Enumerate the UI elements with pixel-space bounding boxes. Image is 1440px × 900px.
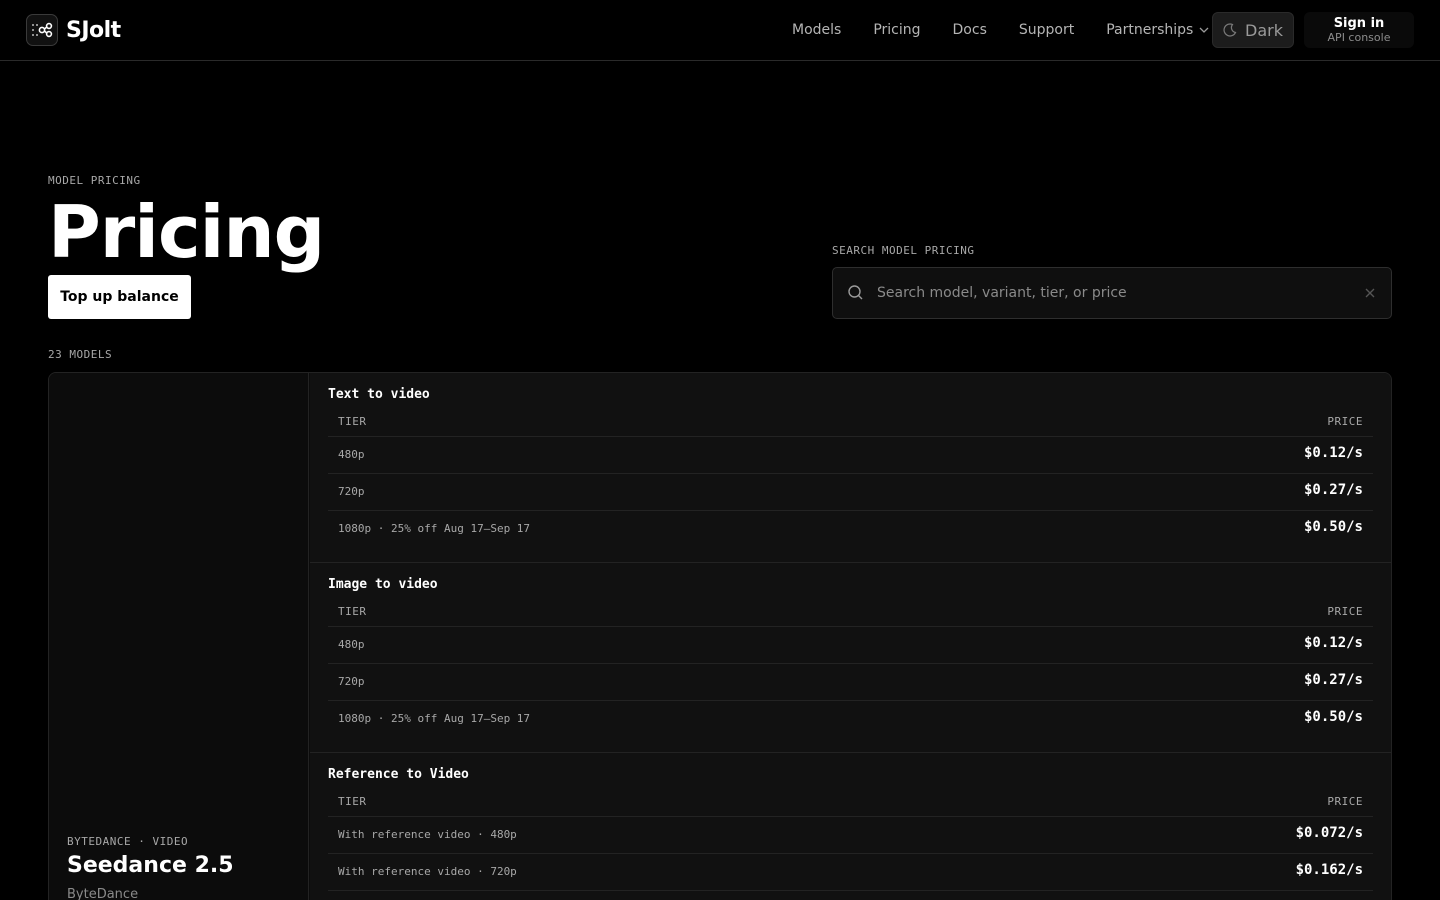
theme-toggle-label: Dark [1245,20,1283,40]
table-header: TIER PRICE [328,795,1373,817]
price-value: $0.27/s [1303,482,1363,498]
close-icon[interactable] [1363,286,1377,300]
nav-link-support[interactable]: Support [1003,22,1090,38]
sign-in-label: Sign in [1333,16,1385,31]
model-name: Seedance 2.5 [67,853,234,878]
price-value: $0.50/s [1303,709,1363,725]
nav-link-label: Docs [952,22,987,38]
tier-value: 1080p · 25% off Aug 17–Sep 17 [338,712,531,725]
pricing-section: Image to video TIER PRICE 480p $0.12/s 7… [310,563,1391,753]
table-row: 480p $0.12/s [328,437,1373,474]
table-row: With reference video · 720p $0.162/s [328,854,1373,891]
nav-link-pricing[interactable]: Pricing [857,22,936,38]
table-row: 720p $0.27/s [328,474,1373,511]
table-row: 1080p · 25% off Aug 17–Sep 17 $0.50/s [328,511,1373,548]
nav-link-partnerships[interactable]: Partnerships [1090,22,1225,38]
theme-toggle-button[interactable]: Dark [1212,12,1294,48]
price-value: $0.27/s [1303,672,1363,688]
price-header: PRICE [1327,795,1363,808]
page-eyebrow: MODEL PRICING [48,174,141,187]
moon-icon [1223,23,1237,37]
nav-link-models[interactable]: Models [776,22,857,38]
model-meta: BYTEDANCE · VIDEO [67,835,189,848]
model-info-panel: BYTEDANCE · VIDEO Seedance 2.5 ByteDance [49,373,309,900]
table-row: 1080p · 25% off Aug 17–Sep 17 $0.50/s [328,701,1373,738]
price-value: $0.072/s [1295,825,1363,841]
table-row: 480p $0.12/s [328,627,1373,664]
tier-value: 1080p · 25% off Aug 17–Sep 17 [338,522,531,535]
page-title: Pricing [48,190,325,274]
table-row: 720p $0.27/s [328,664,1373,701]
chevron-down-icon [1199,27,1209,33]
table-header: TIER PRICE [328,415,1373,437]
pricing-section: Reference to Video TIER PRICE With refer… [310,753,1391,900]
nav-link-label: Partnerships [1106,22,1194,38]
tier-header: TIER [338,415,367,428]
sign-in-button[interactable]: Sign in API console [1304,12,1414,48]
top-nav: SJolt Models Pricing Docs Support Partne… [0,0,1440,61]
search-icon [848,285,863,300]
table-header: TIER PRICE [328,605,1373,627]
nav-link-label: Models [792,22,842,38]
tier-value: 720p [338,485,365,498]
model-count: 23 MODELS [48,348,113,361]
model-card: BYTEDANCE · VIDEO Seedance 2.5 ByteDance… [48,372,1392,900]
tier-value: With reference video · 480p [338,828,517,841]
search-label: SEARCH MODEL PRICING [832,244,975,257]
section-title: Image to video [328,577,438,592]
brand-name: SJolt [66,17,121,43]
tier-value: 480p [338,448,365,461]
brand-logo[interactable]: SJolt [26,14,121,46]
price-value: $0.12/s [1303,635,1363,651]
tier-value: With reference video · 720p [338,865,517,878]
nav-links: Models Pricing Docs Support Partnerships [776,0,1225,60]
price-value: $0.162/s [1295,862,1363,878]
price-value: $0.12/s [1303,445,1363,461]
logo-icon [26,14,58,46]
price-value: $0.50/s [1303,519,1363,535]
price-header: PRICE [1327,415,1363,428]
nav-link-docs[interactable]: Docs [937,22,1003,38]
section-title: Text to video [328,387,430,402]
nav-link-label: Support [1018,22,1075,38]
top-up-balance-button[interactable]: Top up balance [48,275,191,319]
search-input[interactable] [877,268,1347,318]
tier-value: 480p [338,638,365,651]
pricing-panel: Text to video TIER PRICE 480p $0.12/s 72… [310,373,1391,900]
pricing-section: Text to video TIER PRICE 480p $0.12/s 72… [310,373,1391,563]
tier-header: TIER [338,605,367,618]
tier-header: TIER [338,795,367,808]
search-box [832,267,1392,319]
section-title: Reference to Video [328,767,469,782]
sign-in-sublabel: API console [1327,31,1391,44]
price-header: PRICE [1327,605,1363,618]
tier-value: 720p [338,675,365,688]
model-vendor: ByteDance [67,887,139,900]
nav-link-label: Pricing [873,22,921,38]
table-row: With reference video · 480p $0.072/s [328,817,1373,854]
